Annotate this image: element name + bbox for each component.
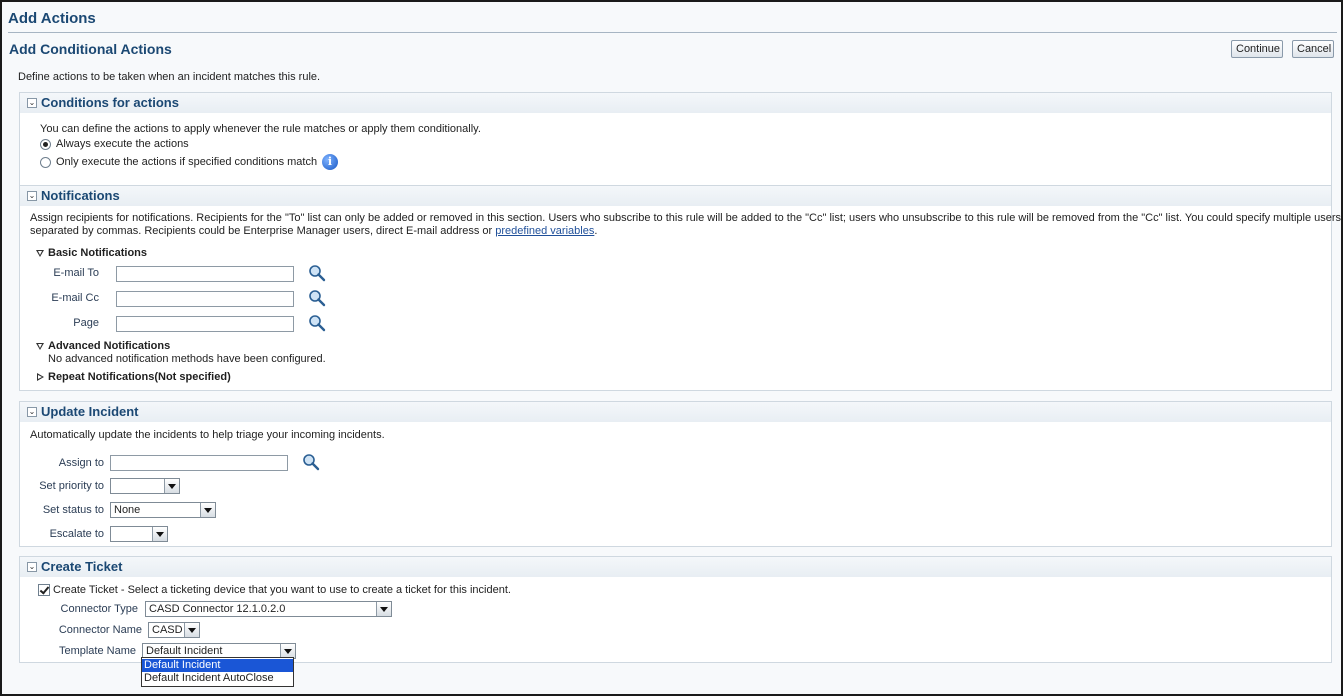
dropdown-option[interactable]: Default Incident AutoClose [142, 672, 293, 685]
escalate-select[interactable] [110, 526, 168, 542]
create-ticket-title: Create Ticket [41, 559, 123, 574]
update-incident-section: ⌄ Update Incident Automatically update t… [19, 401, 1332, 547]
search-icon[interactable] [308, 314, 326, 332]
title-divider [8, 32, 1337, 33]
set-status-label: Set status to [42, 504, 104, 516]
repeat-notifications-title[interactable]: Repeat Notifications(Not specified) [48, 371, 231, 383]
radio-always[interactable] [40, 139, 51, 150]
collapse-icon[interactable]: ⌄ [27, 98, 37, 108]
assign-to-label: Assign to [58, 457, 104, 469]
basic-notifications-title[interactable]: Basic Notifications [48, 247, 147, 259]
status-value: None [114, 504, 141, 516]
connector-name-select[interactable]: CASD [148, 622, 200, 638]
conditions-section: ⌄ Conditions for actions You can define … [19, 92, 1332, 186]
update-incident-header: ⌄ Update Incident [20, 402, 1331, 422]
notifications-section: ⌄ Notifications Assign recipients for no… [19, 185, 1341, 391]
create-ticket-checkbox-label: Create Ticket - Select a ticketing devic… [53, 584, 511, 596]
template-name-value: Default Incident [146, 645, 223, 657]
continue-button[interactable]: Continue [1231, 40, 1283, 58]
notifications-desc-text: separated by commas. Recipients could be… [30, 225, 496, 237]
chevron-down-icon[interactable] [280, 644, 295, 658]
connector-name-value: CASD [152, 624, 183, 636]
template-dropdown-list: Default Incident Default Incident AutoCl… [141, 657, 294, 687]
search-icon[interactable] [302, 453, 320, 471]
conditions-header: ⌄ Conditions for actions [20, 93, 1331, 113]
chevron-down-icon[interactable] [184, 623, 199, 637]
chevron-down-icon[interactable] [376, 602, 391, 616]
search-icon[interactable] [308, 264, 326, 282]
connector-type-label: Connector Type [60, 603, 138, 615]
notifications-desc-end: . [594, 225, 598, 237]
collapse-icon[interactable]: ⌄ [27, 562, 37, 572]
radio-conditional-label: Only execute the actions if specified co… [56, 156, 318, 168]
radio-always-label: Always execute the actions [56, 138, 189, 150]
status-select[interactable]: None [110, 502, 216, 518]
expand-down-icon[interactable] [36, 250, 44, 257]
escalate-label: Escalate to [49, 528, 104, 540]
create-ticket-section: ⌄ Create Ticket Create Ticket - Select a… [19, 556, 1332, 663]
page-label: Page [73, 317, 99, 329]
page-description: Define actions to be taken when an incid… [18, 71, 321, 83]
search-icon[interactable] [308, 289, 326, 307]
advanced-notifications-note: No advanced notification methods have be… [48, 353, 326, 365]
conditions-title: Conditions for actions [41, 95, 179, 110]
page-field[interactable] [116, 316, 294, 332]
assign-to-field[interactable] [110, 455, 288, 471]
expand-down-icon[interactable] [36, 343, 44, 350]
email-to-field[interactable] [116, 266, 294, 282]
notifications-desc-line2: separated by commas. Recipients could be… [30, 225, 597, 237]
connector-name-label: Connector Name [58, 624, 142, 636]
dropdown-option[interactable]: Default Incident [142, 659, 293, 672]
window-title: Add Actions [8, 10, 96, 27]
collapse-icon[interactable]: ⌄ [27, 191, 37, 201]
update-incident-desc: Automatically update the incidents to he… [30, 429, 385, 441]
info-icon[interactable]: i [322, 154, 338, 170]
chevron-down-icon[interactable] [164, 479, 179, 493]
predefined-variables-link[interactable]: predefined variables [495, 225, 594, 237]
conditions-intro: You can define the actions to apply when… [40, 123, 481, 135]
collapse-icon[interactable]: ⌄ [27, 407, 37, 417]
advanced-notifications-title[interactable]: Advanced Notifications [48, 340, 170, 352]
notifications-desc-line1: Assign recipients for notifications. Rec… [30, 212, 1342, 224]
connector-type-select[interactable]: CASD Connector 12.1.0.2.0 [145, 601, 392, 617]
set-priority-label: Set priority to [39, 480, 104, 492]
create-ticket-header: ⌄ Create Ticket [20, 557, 1331, 577]
page-title: Add Conditional Actions [9, 41, 172, 57]
email-cc-field[interactable] [116, 291, 294, 307]
priority-select[interactable] [110, 478, 180, 494]
create-ticket-checkbox[interactable] [38, 584, 50, 596]
window-frame: Add Actions Add Conditional Actions Cont… [0, 0, 1343, 696]
template-name-label: Template Name [58, 645, 136, 657]
connector-type-value: CASD Connector 12.1.0.2.0 [149, 603, 286, 615]
cancel-button[interactable]: Cancel [1292, 40, 1334, 58]
expand-right-icon[interactable] [37, 373, 44, 381]
radio-conditional[interactable] [40, 157, 51, 168]
email-cc-label: E-mail Cc [51, 292, 99, 304]
update-incident-title: Update Incident [41, 404, 139, 419]
chevron-down-icon[interactable] [152, 527, 167, 541]
email-to-label: E-mail To [53, 267, 99, 279]
notifications-header: ⌄ Notifications [20, 186, 1331, 206]
chevron-down-icon[interactable] [200, 503, 215, 517]
notifications-title: Notifications [41, 188, 120, 203]
